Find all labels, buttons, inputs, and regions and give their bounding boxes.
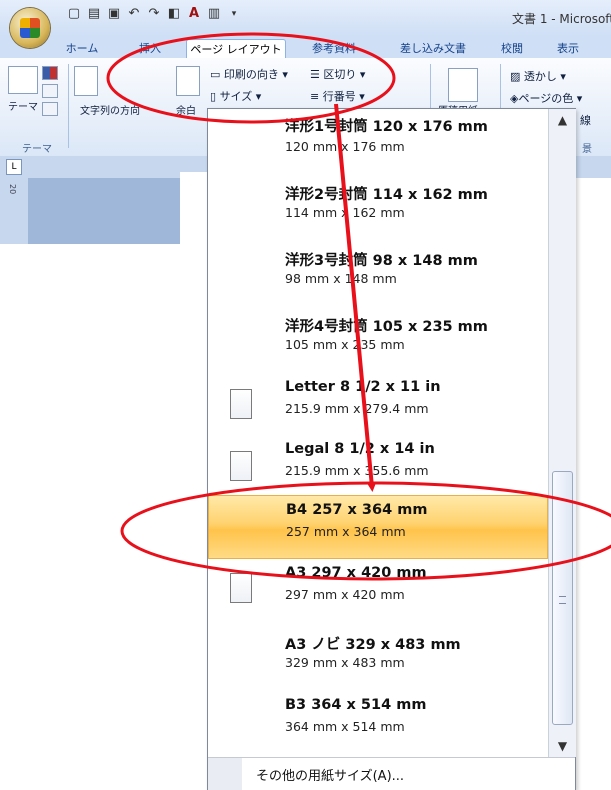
line-numbers-label: 行番号	[322, 90, 356, 103]
paper-size-dimensions: 215.9 mm x 279.4 mm	[285, 401, 429, 416]
grip-icon	[559, 596, 566, 604]
paper-size-item[interactable]: B3 364 x 514 mm 364 mm x 514 mm	[208, 687, 548, 749]
breaks-label: 区切り	[323, 68, 357, 81]
paper-size-dimensions: 114 mm x 162 mm	[285, 205, 405, 220]
office-logo-icon	[20, 18, 40, 38]
scrollbar-thumb[interactable]	[552, 471, 573, 725]
paper-icon	[230, 573, 252, 603]
tab-review[interactable]: 校閲	[494, 39, 530, 58]
size-button[interactable]: ▯ サイズ ▾	[210, 88, 261, 104]
paper-size-title: B4 257 x 364 mm	[286, 502, 428, 518]
paper-size-dimensions: 105 mm x 235 mm	[285, 337, 405, 352]
paper-size-dimensions: 215.9 mm x 355.6 mm	[285, 463, 429, 478]
watermark-button[interactable]: ▨ 透かし ▾	[510, 68, 566, 84]
paper-size-title: 洋形4号封筒 105 x 235 mm	[285, 319, 488, 335]
paper-size-item[interactable]: A3 ノビ 329 x 483 mm 329 mm x 483 mm	[208, 625, 548, 687]
redo-icon[interactable]: ↷	[146, 6, 162, 22]
page-color-button[interactable]: ◈ページの色 ▾	[510, 90, 582, 106]
paper-icon	[230, 451, 252, 481]
page-color-label: ページの色	[518, 92, 574, 105]
paper-size-title: A3 297 x 420 mm	[285, 565, 427, 581]
paper-size-dimensions: 257 mm x 364 mm	[286, 524, 406, 539]
dropdown-scrollbar[interactable]: ▲ ▼	[548, 109, 576, 757]
paper-size-item[interactable]: A3 297 x 420 mm 297 mm x 420 mm	[208, 559, 548, 621]
paper-size-dimensions: 329 mm x 483 mm	[285, 655, 405, 670]
paper-size-title: Legal 8 1/2 x 14 in	[285, 441, 435, 457]
vertical-ruler: 20	[0, 178, 28, 244]
paper-size-item[interactable]: 洋形3号封筒 98 x 148 mm 98 mm x 148 mm	[208, 241, 548, 303]
paper-size-item[interactable]: Legal 8 1/2 x 14 in 215.9 mm x 355.6 mm	[208, 433, 548, 495]
paper-size-title: A3 ノビ 329 x 483 mm	[285, 637, 461, 653]
theme-fonts-icon[interactable]	[42, 84, 58, 98]
paper-size-dimensions: 120 mm x 176 mm	[285, 139, 405, 154]
paper-size-item[interactable]: 洋形2号封筒 114 x 162 mm 114 mm x 162 mm	[208, 175, 548, 237]
theme-icon[interactable]	[8, 66, 38, 94]
theme-group-label: テーマ	[22, 144, 52, 155]
manuscript-icon[interactable]	[448, 68, 478, 102]
paper-size-item[interactable]: 洋形4号封筒 105 x 235 mm 105 mm x 235 mm	[208, 307, 548, 369]
new-icon[interactable]: ▢	[66, 6, 82, 22]
scroll-down-icon[interactable]: ▼	[549, 735, 576, 757]
font-icon[interactable]: A	[186, 6, 202, 22]
ribbon-tabs: ホーム 挿入 ページ レイアウト 参考資料 差し込み文書 校閲 表示	[0, 36, 611, 59]
watermark-icon: ▨	[510, 70, 521, 83]
paste-icon[interactable]: ▥	[206, 6, 222, 22]
margin-label[interactable]: 余白	[176, 102, 196, 117]
tab-view[interactable]: 表示	[548, 39, 588, 58]
tab-insert[interactable]: 挿入	[124, 39, 176, 58]
paper-size-dropdown: 洋形1号封筒 120 x 176 mm 120 mm x 176 mm 洋形2号…	[207, 108, 576, 790]
theme-effects-icon[interactable]	[42, 102, 58, 116]
margins-icon[interactable]	[176, 66, 200, 96]
tab-page-layout[interactable]: ページ レイアウト	[186, 39, 286, 59]
orientation-button[interactable]: ▭ 印刷の向き ▾	[210, 66, 288, 82]
menu-icon-strip	[208, 758, 242, 790]
paper-size-title: 洋形2号封筒 114 x 162 mm	[285, 187, 488, 203]
page-background-group-label: 景	[582, 144, 592, 155]
more-paper-sizes-label: その他の用紙サイズ(A)...	[256, 769, 405, 784]
office-button[interactable]	[10, 8, 50, 48]
document-page[interactable]	[180, 172, 210, 244]
window-title: 文書 1 - Microsoft	[512, 12, 611, 26]
text-direction-label[interactable]: 文字列の方向	[80, 102, 140, 117]
paper-size-title: 洋形3号封筒 98 x 148 mm	[285, 253, 478, 269]
paper-size-dimensions: 364 mm x 514 mm	[285, 719, 405, 734]
paper-size-list: 洋形1号封筒 120 x 176 mm 120 mm x 176 mm 洋形2号…	[208, 109, 548, 757]
tab-selector[interactable]: L	[6, 159, 22, 175]
paper-size-title: 洋形1号封筒 120 x 176 mm	[285, 119, 488, 135]
size-label: サイズ	[219, 90, 253, 103]
orientation-label: 印刷の向き	[223, 68, 279, 81]
text-direction-icon[interactable]	[74, 66, 98, 96]
paper-icon	[230, 389, 252, 419]
paper-size-dimensions: 297 mm x 420 mm	[285, 587, 405, 602]
paper-size-item-selected[interactable]: B4 257 x 364 mm 257 mm x 364 mm	[208, 495, 548, 559]
line-numbers-button[interactable]: ≡ 行番号 ▾	[310, 88, 365, 104]
more-paper-sizes-item[interactable]: その他の用紙サイズ(A)...	[208, 757, 575, 790]
open-icon[interactable]: ▤	[86, 6, 102, 22]
paper-size-title: B3 364 x 514 mm	[285, 697, 427, 713]
breaks-button[interactable]: ☰ 区切り ▾	[310, 66, 365, 82]
theme-colors-icon[interactable]	[42, 66, 58, 80]
print-preview-icon[interactable]: ◧	[166, 6, 182, 22]
tab-home[interactable]: ホーム	[60, 39, 104, 58]
paper-size-dimensions: 98 mm x 148 mm	[285, 271, 397, 286]
tab-references[interactable]: 参考資料	[300, 39, 368, 58]
watermark-label: 透かし	[523, 70, 557, 83]
qat-dropdown-icon[interactable]: ▾	[226, 6, 242, 22]
paper-size-item[interactable]: 洋形1号封筒 120 x 176 mm 120 mm x 176 mm	[208, 109, 548, 171]
ruler-number: 20	[8, 184, 17, 195]
theme-label[interactable]: テーマ	[8, 98, 38, 113]
tab-mailings[interactable]: 差し込み文書	[390, 39, 476, 58]
page-borders-button[interactable]: 線	[580, 112, 591, 128]
undo-icon[interactable]: ↶	[126, 6, 142, 22]
paper-size-item[interactable]: Letter 8 1/2 x 11 in 215.9 mm x 279.4 mm	[208, 371, 548, 433]
scroll-up-icon[interactable]: ▲	[549, 109, 576, 131]
quick-access-toolbar: ▢ ▤ ▣ ↶ ↷ ◧ A ▥ ▾	[66, 6, 242, 22]
title-bar: ▢ ▤ ▣ ↶ ↷ ◧ A ▥ ▾ 文書 1 - Microsoft	[0, 0, 611, 36]
paper-size-title: Letter 8 1/2 x 11 in	[285, 379, 441, 395]
save-icon[interactable]: ▣	[106, 6, 122, 22]
